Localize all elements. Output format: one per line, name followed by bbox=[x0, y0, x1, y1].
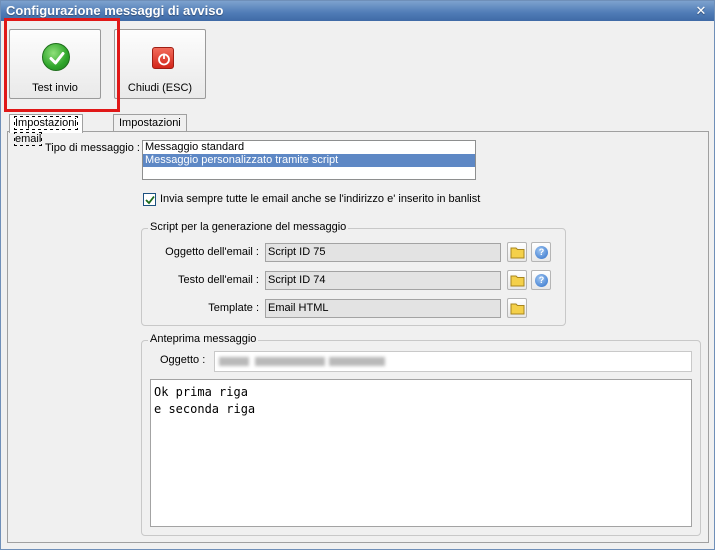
redacted-text bbox=[255, 357, 325, 366]
check-icon bbox=[42, 43, 70, 71]
preview-body-line: e seconda riga bbox=[154, 402, 256, 416]
redacted-text bbox=[219, 357, 249, 366]
folder-icon[interactable] bbox=[507, 242, 527, 262]
preview-subject-field[interactable] bbox=[214, 351, 692, 372]
body-script-label: Testo dell'email : bbox=[178, 274, 259, 286]
preview-group-title: Anteprima messaggio bbox=[148, 333, 259, 345]
preview-subject-label: Oggetto : bbox=[160, 354, 206, 366]
template-label: Template : bbox=[208, 302, 259, 314]
toolbar: Test invio Chiudi (ESC) bbox=[1, 21, 714, 101]
dialog-window: Configurazione messaggi di avviso ✕ Test… bbox=[0, 0, 715, 550]
help-icon[interactable]: ? bbox=[531, 270, 551, 290]
folder-icon[interactable] bbox=[507, 298, 527, 318]
redacted-text bbox=[329, 357, 385, 366]
message-type-label: Tipo di messaggio : bbox=[45, 142, 140, 154]
template-field[interactable]: Email HTML bbox=[265, 299, 501, 318]
test-send-button[interactable]: Test invio bbox=[9, 29, 101, 99]
test-send-label: Test invio bbox=[32, 82, 78, 94]
script-group: Script per la generazione del messaggio … bbox=[141, 221, 566, 326]
list-item[interactable]: Messaggio standard bbox=[143, 141, 475, 154]
folder-icon[interactable] bbox=[507, 270, 527, 290]
window-title: Configurazione messaggi di avviso bbox=[6, 3, 224, 18]
subject-script-label: Oggetto dell'email : bbox=[165, 246, 259, 258]
tab-sms-settings[interactable]: Impostazioni SMS bbox=[113, 114, 187, 145]
script-group-title: Script per la generazione del messaggio bbox=[148, 221, 349, 233]
close-esc-label: Chiudi (ESC) bbox=[127, 82, 193, 94]
banlist-checkbox[interactable] bbox=[143, 193, 156, 206]
email-settings-panel: Tipo di messaggio : Messaggio standard M… bbox=[7, 131, 709, 543]
tab-email-settings[interactable]: Impostazioni email bbox=[9, 114, 83, 146]
help-icon[interactable]: ? bbox=[531, 242, 551, 262]
title-bar: Configurazione messaggi di avviso ✕ bbox=[1, 1, 714, 21]
banlist-checkbox-label: Invia sempre tutte le email anche se l'i… bbox=[160, 193, 481, 205]
message-type-list[interactable]: Messaggio standard Messaggio personalizz… bbox=[142, 140, 476, 180]
body-script-field[interactable]: Script ID 74 bbox=[265, 271, 501, 290]
list-item-selected[interactable]: Messaggio personalizzato tramite script bbox=[143, 154, 475, 167]
power-icon bbox=[152, 47, 174, 69]
subject-script-field[interactable]: Script ID 75 bbox=[265, 243, 501, 262]
preview-group: Anteprima messaggio Oggetto : Ok prima r… bbox=[141, 333, 701, 536]
preview-body[interactable]: Ok prima riga e seconda riga bbox=[150, 379, 692, 527]
preview-body-line: Ok prima riga bbox=[154, 385, 248, 399]
close-esc-button[interactable]: Chiudi (ESC) bbox=[114, 29, 206, 99]
close-icon[interactable]: ✕ bbox=[694, 4, 708, 18]
